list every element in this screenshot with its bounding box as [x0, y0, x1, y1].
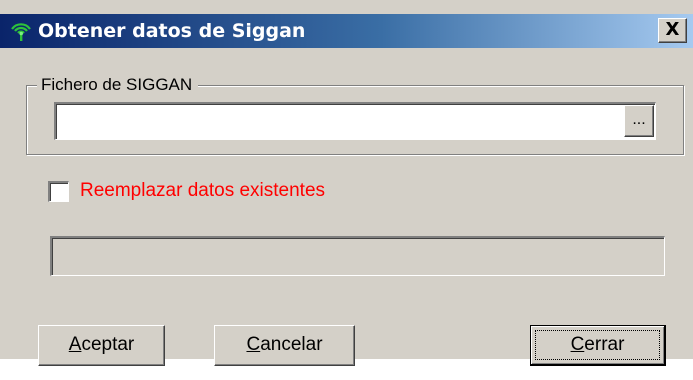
close-label-rest: errar — [584, 334, 625, 355]
focus-ring: Cerrar — [535, 330, 660, 360]
browse-button[interactable]: ... — [624, 105, 654, 137]
close-button-label: Cerrar — [571, 331, 625, 359]
close-icon: X — [665, 19, 680, 40]
accept-button[interactable]: Aceptar — [38, 325, 165, 366]
close-window-button[interactable]: X — [658, 18, 687, 43]
close-button[interactable]: Cerrar — [530, 325, 666, 366]
replace-data-checkbox[interactable] — [48, 181, 69, 202]
file-group-legend: Fichero de SIGGAN — [37, 75, 199, 95]
cancel-button-label: Cancelar — [246, 326, 322, 364]
accept-label-rest: ceptar — [81, 334, 135, 355]
cancel-label-rest: ancelar — [260, 334, 323, 355]
replace-data-label[interactable]: Reemplazar datos existentes — [80, 179, 325, 203]
siggan-file-input[interactable] — [54, 102, 656, 140]
title-bar[interactable]: Obtener datos de Siggan X — [0, 14, 693, 48]
cancel-accelerator: C — [246, 334, 261, 355]
antenna-icon — [10, 20, 32, 42]
close-accelerator: C — [570, 334, 585, 355]
window-title: Obtener datos de Siggan — [38, 20, 306, 42]
cancel-button[interactable]: Cancelar — [214, 325, 355, 366]
progress-bar — [50, 236, 665, 276]
accept-accelerator: A — [68, 334, 82, 355]
dialog-window: Obtener datos de Siggan X Fichero de SIG… — [0, 0, 693, 366]
accept-button-label: Aceptar — [69, 326, 135, 364]
